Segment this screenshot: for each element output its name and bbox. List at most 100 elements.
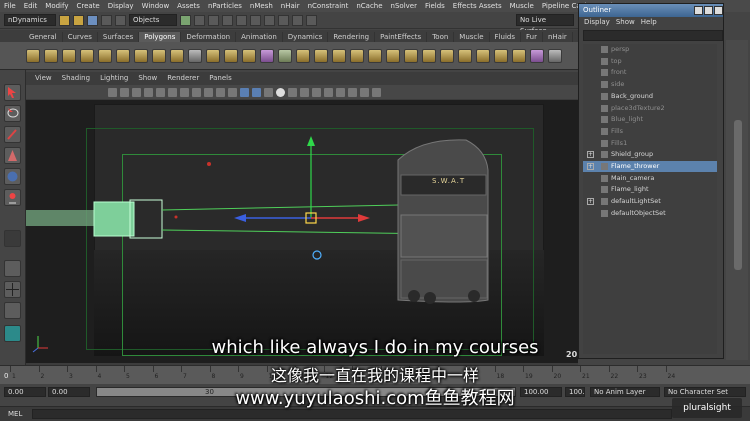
xray-icon[interactable]	[300, 87, 309, 97]
outliner-item[interactable]: persp	[583, 44, 717, 55]
motion-blur-icon[interactable]	[348, 87, 357, 97]
poly-append-icon[interactable]	[242, 48, 256, 63]
expand-icon[interactable]: +	[587, 163, 594, 170]
menu-create[interactable]: Create	[72, 2, 103, 10]
outliner-item[interactable]: + Shield_group	[583, 149, 717, 160]
rotate-tool-icon[interactable]	[4, 168, 21, 185]
shadows-icon[interactable]	[288, 87, 297, 97]
poly-torus-icon[interactable]	[116, 48, 130, 63]
viewport-menu-panels[interactable]: Panels	[204, 74, 237, 84]
outliner-item[interactable]: Back_ground	[583, 91, 717, 102]
layout-four-icon[interactable]	[4, 281, 21, 298]
outliner-scrollbar[interactable]	[726, 40, 748, 360]
new-scene-icon[interactable]	[59, 14, 70, 26]
shelf-tab-painteffects[interactable]: PaintEffects	[375, 32, 428, 42]
shelf-tab-fur[interactable]: Fur	[521, 32, 543, 42]
paint-select-tool-icon[interactable]	[4, 126, 21, 143]
outliner-item[interactable]: + defaultLightSet	[583, 196, 717, 207]
poly-bridge-icon[interactable]	[224, 48, 238, 63]
outliner-item[interactable]: top	[583, 56, 717, 67]
xray-components-icon[interactable]	[324, 87, 333, 97]
layout-split-icon[interactable]	[4, 302, 21, 319]
maximize-button[interactable]	[704, 6, 713, 15]
viewport-menu-lighting[interactable]: Lighting	[95, 74, 133, 84]
menu-muscle[interactable]: Muscle	[506, 2, 538, 10]
menu-fields[interactable]: Fields	[421, 2, 449, 10]
planar-map-icon[interactable]	[458, 48, 472, 63]
outliner-item[interactable]: + Flame_thrower	[583, 161, 717, 172]
paint-icon[interactable]	[530, 48, 544, 63]
safe-title-icon[interactable]	[216, 87, 225, 97]
poly-extrude-icon[interactable]	[206, 48, 220, 63]
viewport-menu-renderer[interactable]: Renderer	[162, 74, 204, 84]
poly-collapse-icon[interactable]	[332, 48, 346, 63]
wireframe-icon[interactable]	[228, 87, 237, 97]
open-scene-icon[interactable]	[73, 14, 84, 26]
selection-mask-dropdown[interactable]: Objects	[129, 14, 177, 26]
save-scene-icon[interactable]	[87, 14, 98, 26]
menu-nsolver[interactable]: nSolver	[387, 2, 421, 10]
perspective-viewport[interactable]: S.W.A.T 20	[26, 100, 578, 363]
grid-icon[interactable]	[144, 87, 153, 97]
scrollbar-thumb[interactable]	[734, 120, 742, 270]
xray-joints-icon[interactable]	[312, 87, 321, 97]
resolution-gate-icon[interactable]	[168, 87, 177, 97]
expand-icon[interactable]: +	[587, 151, 594, 159]
safe-action-icon[interactable]	[204, 87, 213, 97]
gate-mask-icon[interactable]	[180, 87, 189, 97]
poly-smooth-icon[interactable]	[188, 48, 202, 63]
viewport-menu-shading[interactable]: Shading	[57, 74, 95, 84]
outliner-item[interactable]: Flame_light	[583, 184, 717, 195]
menu-edit[interactable]: Edit	[20, 2, 42, 10]
bookmark-icon[interactable]	[120, 87, 129, 97]
snap-plane-icon[interactable]	[236, 14, 247, 26]
poly-soften-icon[interactable]	[404, 48, 418, 63]
shelf-tab-surfaces[interactable]: Surfaces	[98, 32, 140, 42]
render-icon[interactable]	[264, 14, 275, 26]
move-tool-icon[interactable]	[4, 147, 21, 164]
poly-cube-icon[interactable]	[44, 48, 58, 63]
menu-ncache[interactable]: nCache	[352, 2, 386, 10]
outliner-item[interactable]: place3dTexture2	[583, 103, 717, 114]
lasso-tool-icon[interactable]	[4, 105, 21, 122]
magnet-icon[interactable]	[306, 14, 317, 26]
film-gate-icon[interactable]	[156, 87, 165, 97]
select-tool-icon[interactable]	[4, 84, 21, 101]
live-surface-field[interactable]: No Live Surface	[516, 14, 574, 35]
outliner-item[interactable]: side	[583, 79, 717, 90]
outliner-menu-show[interactable]: Show	[616, 18, 635, 28]
poly-mirror-icon[interactable]	[350, 48, 364, 63]
poly-separate-icon[interactable]	[170, 48, 184, 63]
outliner-item[interactable]: Blue_light	[583, 114, 717, 125]
poly-harden-icon[interactable]	[422, 48, 436, 63]
menu-nparticles[interactable]: nParticles	[204, 2, 246, 10]
minimize-button[interactable]	[694, 6, 703, 15]
ipr-render-icon[interactable]	[278, 14, 289, 26]
poly-split-icon[interactable]	[260, 48, 274, 63]
depth-of-field-icon[interactable]	[372, 87, 381, 97]
show-manipulator-icon[interactable]	[4, 230, 21, 247]
shelf-tab-animation[interactable]: Animation	[236, 32, 283, 42]
shelf-tab-nhair[interactable]: nHair	[543, 32, 573, 42]
outliner-item[interactable]: Main_camera	[583, 173, 717, 184]
render-settings-icon[interactable]	[292, 14, 303, 26]
antialias-icon[interactable]	[360, 87, 369, 97]
viewport-menu-show[interactable]: Show	[133, 74, 162, 84]
mel-input[interactable]	[32, 409, 672, 419]
wireframe-on-shaded-icon[interactable]	[252, 87, 261, 97]
select-object-icon[interactable]	[115, 14, 126, 26]
poly-insert-loop-icon[interactable]	[278, 48, 292, 63]
shelf-tab-general[interactable]: General	[24, 32, 63, 42]
poly-combine-icon[interactable]	[152, 48, 166, 63]
ambient-occlusion-icon[interactable]	[336, 87, 345, 97]
shelf-tab-deformation[interactable]: Deformation	[181, 32, 237, 42]
poly-merge-icon[interactable]	[314, 48, 328, 63]
outliner-menu-help[interactable]: Help	[641, 18, 657, 28]
shelf-tab-toon[interactable]: Toon	[427, 32, 455, 42]
mask-icon[interactable]	[180, 14, 191, 26]
poly-pipe-icon[interactable]	[134, 48, 148, 63]
menu-window[interactable]: Window	[138, 2, 174, 10]
select-hierarchy-icon[interactable]	[101, 14, 112, 26]
close-button[interactable]	[714, 6, 723, 15]
poly-sphere-icon[interactable]	[26, 48, 40, 63]
